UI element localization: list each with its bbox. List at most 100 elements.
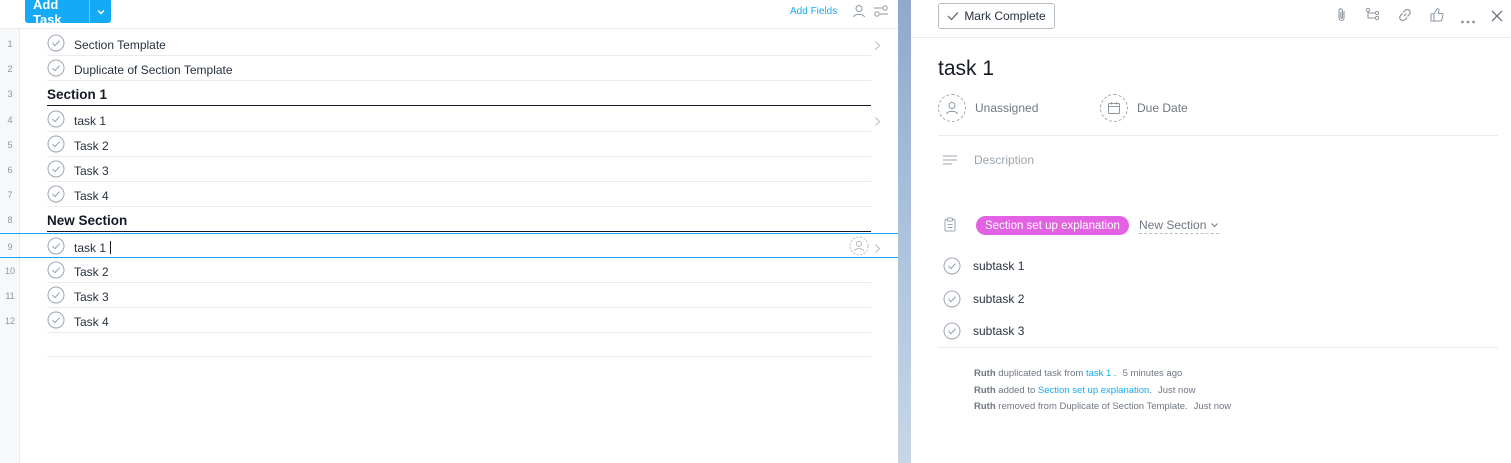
section-dropdown[interactable]: New Section	[1139, 218, 1219, 234]
more-icon[interactable]	[1460, 12, 1476, 30]
complete-checkbox-icon[interactable]	[47, 59, 65, 77]
list-end-divider	[47, 356, 871, 357]
subtask-checkbox-icon[interactable]	[943, 322, 961, 340]
name-text: task 1	[74, 240, 107, 255]
mark-complete-button[interactable]: Mark Complete	[938, 3, 1055, 29]
complete-checkbox-icon[interactable]	[47, 185, 65, 203]
story-time: 5 minutes ago	[1122, 368, 1183, 379]
story-time: Just now	[1193, 401, 1232, 412]
task-name[interactable]: Task 2	[74, 265, 109, 279]
link-icon[interactable]	[1397, 7, 1413, 28]
person-icon[interactable]	[852, 4, 866, 23]
add-task-dropdown-toggle[interactable]	[89, 0, 111, 23]
story-link[interactable]: Section set up explanation	[1038, 385, 1149, 396]
task-name[interactable]: Task 2	[74, 139, 109, 153]
due-date-field[interactable]: Due Date	[1100, 94, 1188, 122]
task-detail-pane: Mark Complete task 1 Unassigned Due Date…	[911, 0, 1511, 463]
subtask-checkbox-icon[interactable]	[943, 257, 961, 275]
add-task-button[interactable]: Add Task	[25, 0, 111, 27]
mark-complete-label: Mark Complete	[964, 9, 1046, 23]
name-text: Task 3	[74, 290, 109, 304]
name-text: Task 2	[74, 138, 109, 153]
row-number: 7	[7, 190, 13, 201]
task-row[interactable]: 5 Task 2	[0, 132, 898, 157]
story-after: .	[1149, 384, 1152, 396]
name-text: Task 2	[74, 264, 109, 279]
task-name[interactable]: Task 3	[74, 164, 109, 178]
task-row[interactable]: 10 Task 2	[0, 258, 898, 283]
chevron-right-icon[interactable]	[874, 241, 881, 259]
name-text: Section Template	[74, 38, 166, 52]
story-user: Ruth	[974, 368, 996, 379]
complete-checkbox-icon[interactable]	[47, 160, 65, 178]
name-text: Task 3	[74, 164, 109, 178]
description-icon	[943, 153, 957, 171]
task-name[interactable]: Task 4	[74, 315, 109, 329]
row-number: 4	[7, 114, 13, 125]
task-row[interactable]: 6 Task 3	[0, 157, 898, 182]
detail-toolbar: Mark Complete	[911, 0, 1511, 38]
calendar-icon	[1108, 102, 1120, 114]
subtask-item[interactable]: subtask 1	[943, 257, 1024, 275]
subtask-icon[interactable]	[1365, 7, 1381, 28]
task-row[interactable]: 7 Task 4	[0, 182, 898, 208]
fields-divider	[938, 135, 1498, 136]
task-row[interactable]: 1 Section Template	[0, 31, 898, 56]
attachment-icon[interactable]	[1335, 7, 1349, 28]
due-date-label: Due Date	[1137, 101, 1188, 115]
story-user: Ruth	[974, 401, 996, 412]
task-name[interactable]: Task 3	[74, 290, 109, 304]
assignee-avatar-placeholder	[938, 94, 966, 122]
complete-checkbox-icon[interactable]	[47, 261, 65, 279]
complete-checkbox-icon[interactable]	[47, 135, 65, 153]
row-number: 9	[7, 241, 13, 252]
name-text: task 1	[74, 113, 107, 128]
close-icon[interactable]	[1491, 9, 1503, 27]
section-header-row[interactable]: 8 New Section	[0, 207, 898, 233]
task-row[interactable]: 4 task 1	[0, 107, 898, 132]
subtask-item[interactable]: subtask 2	[943, 290, 1024, 308]
assignee-label: Unassigned	[975, 101, 1039, 115]
chevron-down-icon	[97, 9, 104, 14]
story-link[interactable]: task 1	[1086, 368, 1111, 379]
task-title[interactable]: task 1	[938, 57, 994, 81]
task-name[interactable]: task 1	[74, 114, 106, 128]
complete-checkbox-icon[interactable]	[47, 286, 65, 304]
story-text: duplicated task from	[995, 368, 1086, 379]
task-list-pane: Add Task Add Fields 1 Section Template 2 Du…	[0, 0, 898, 463]
complete-checkbox-icon[interactable]	[47, 311, 65, 329]
complete-checkbox-icon[interactable]	[47, 110, 65, 128]
filter-icon[interactable]	[873, 4, 889, 23]
assignee-field[interactable]: Unassigned	[938, 94, 1038, 122]
subtask-item[interactable]: subtask 3	[943, 322, 1024, 340]
section-header-row[interactable]: 3 Section 1	[0, 81, 898, 107]
complete-checkbox-icon[interactable]	[47, 237, 65, 255]
task-name[interactable]: Duplicate of Section Template	[74, 63, 233, 77]
complete-checkbox-icon[interactable]	[47, 34, 65, 52]
row-number: 8	[7, 215, 13, 226]
like-icon[interactable]	[1429, 7, 1445, 28]
task-row[interactable]: 9 task 1	[0, 232, 898, 259]
section-name[interactable]: Section 1	[47, 87, 107, 102]
subtasks-divider	[938, 347, 1498, 348]
add-fields-link[interactable]: Add Fields	[790, 6, 837, 17]
section-name[interactable]: New Section	[47, 213, 127, 228]
story-after: .	[1111, 368, 1117, 379]
task-name[interactable]: Section Template	[74, 38, 166, 52]
chevron-right-icon[interactable]	[874, 38, 881, 56]
due-date-icon-wrap	[1100, 94, 1128, 122]
chevron-right-icon[interactable]	[874, 114, 881, 132]
story-user: Ruth	[974, 384, 996, 396]
section-dropdown-label: New Section	[1139, 218, 1207, 232]
description-field[interactable]: Description	[974, 153, 1034, 167]
task-row[interactable]: 11 Task 3	[0, 283, 898, 308]
subtask-name: subtask 1	[973, 259, 1025, 273]
project-tag[interactable]: Section set up explanation	[976, 216, 1129, 235]
task-name[interactable]: Task 4	[74, 189, 109, 203]
task-row[interactable]: 12 Task 4	[0, 308, 898, 334]
chevron-down-icon	[1210, 223, 1218, 228]
task-name[interactable]: task 1	[74, 240, 112, 255]
subtask-checkbox-icon[interactable]	[943, 290, 961, 308]
pane-divider[interactable]	[898, 0, 911, 463]
task-row[interactable]: 2 Duplicate of Section Template	[0, 56, 898, 82]
